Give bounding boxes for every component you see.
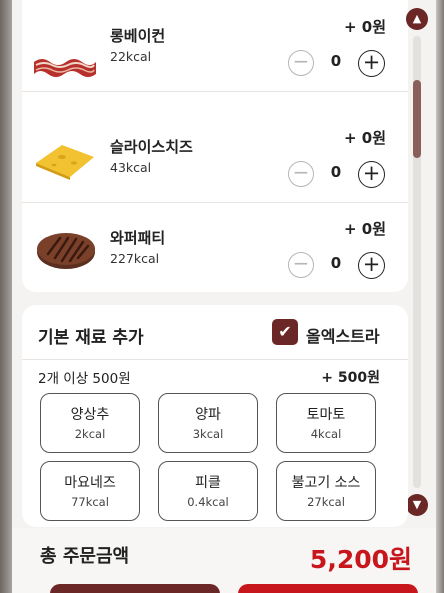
topping-item-patty[interactable]: 와퍼패티 227kcal + 0원 − 0 +	[22, 204, 408, 294]
all-extra-label[interactable]: 올엑스트라	[306, 323, 380, 347]
option-onion[interactable]: 양파 3kcal	[158, 393, 258, 453]
quantity-value: 0	[330, 52, 342, 70]
basic-ingredients-card: 기본 재료 추가 ✔ 올엑스트라 2개 이상 500원 + 500원 양상추 2…	[22, 305, 408, 527]
cheese-image	[36, 145, 94, 180]
scrollbar-thumb[interactable]	[413, 80, 421, 158]
pricing-rule: 2개 이상 500원	[38, 371, 131, 387]
quantity-value: 0	[330, 254, 342, 272]
divider	[22, 359, 408, 360]
scroll-down-button[interactable]: ▼	[406, 494, 428, 516]
plus-button[interactable]: +	[358, 50, 385, 77]
section-title: 기본 재료 추가	[38, 328, 144, 348]
option-name: 토마토	[306, 407, 346, 423]
option-kcal: 77kcal	[71, 495, 109, 509]
scroll-up-button[interactable]: ▲	[406, 8, 428, 30]
option-lettuce[interactable]: 양상추 2kcal	[40, 393, 140, 453]
option-name: 양파	[195, 407, 221, 423]
option-tomato[interactable]: 토마토 4kcal	[276, 393, 376, 453]
option-name: 양상추	[70, 407, 110, 423]
cancel-button[interactable]	[50, 584, 220, 593]
check-icon: ✔	[278, 322, 292, 341]
minus-button[interactable]: −	[288, 161, 314, 187]
option-kcal: 2kcal	[74, 427, 106, 441]
item-price: + 0원	[343, 18, 386, 36]
all-extra-checkbox[interactable]: ✔	[272, 319, 298, 345]
plus-button[interactable]: +	[358, 161, 385, 188]
option-pickle[interactable]: 피클 0.4kcal	[158, 461, 258, 521]
quantity-value: 0	[330, 163, 342, 181]
pricing-rule-price: + 500원	[321, 370, 380, 386]
option-name: 마요네즈	[64, 475, 116, 491]
minus-button[interactable]: −	[288, 252, 314, 278]
item-kcal: 227kcal	[110, 251, 160, 266]
confirm-button[interactable]	[238, 584, 418, 593]
total-label: 총 주문금액	[40, 546, 130, 567]
option-kcal: 4kcal	[310, 427, 342, 441]
chevron-down-icon: ▼	[412, 498, 422, 511]
topping-list: 롱베이컨 22kcal + 0원 − 0 + 슬라이스치즈 43kcal + 0…	[22, 0, 408, 292]
option-kcal: 0.4kcal	[187, 495, 229, 509]
item-name: 슬라이스치즈	[110, 138, 193, 156]
patty-image	[37, 233, 95, 269]
topping-item-cheese[interactable]: 슬라이스치즈 43kcal + 0원 − 0 +	[22, 113, 408, 203]
option-name: 피클	[195, 475, 221, 491]
bezel-right	[436, 0, 444, 593]
total-price: 5,200원	[309, 545, 412, 574]
plus-button[interactable]: +	[358, 252, 385, 279]
minus-button[interactable]: −	[288, 50, 314, 76]
option-name: 불고기 소스	[291, 475, 361, 491]
item-name: 와퍼패티	[110, 229, 166, 247]
option-kcal: 3kcal	[192, 427, 224, 441]
bezel-left	[0, 0, 12, 593]
option-kcal: 27kcal	[307, 495, 345, 509]
option-bulgogi-sauce[interactable]: 불고기 소스 27kcal	[276, 461, 376, 521]
chevron-up-icon: ▲	[412, 12, 422, 25]
item-price: + 0원	[343, 129, 386, 147]
item-name: 롱베이컨	[110, 27, 166, 45]
item-kcal: 43kcal	[110, 160, 152, 175]
topping-item-bacon[interactable]: 롱베이컨 22kcal + 0원 − 0 +	[22, 2, 408, 92]
item-price: + 0원	[343, 220, 386, 238]
item-kcal: 22kcal	[110, 49, 152, 64]
option-mayonnaise[interactable]: 마요네즈 77kcal	[40, 461, 140, 521]
kiosk-screen: 롱베이컨 22kcal + 0원 − 0 + 슬라이스치즈 43kcal + 0…	[0, 0, 444, 593]
bacon-image	[34, 59, 96, 77]
